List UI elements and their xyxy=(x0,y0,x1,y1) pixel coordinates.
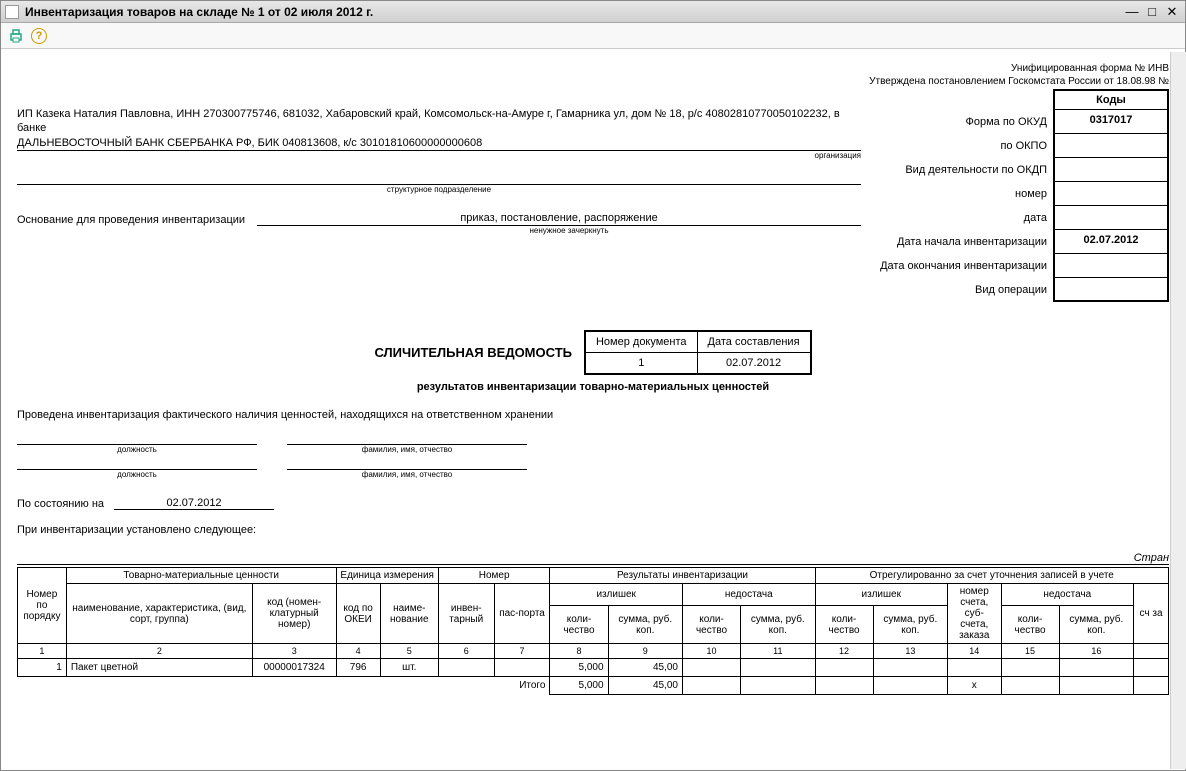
maximize-button[interactable]: □ xyxy=(1143,4,1161,20)
position-line-2 xyxy=(17,456,257,470)
doc-number-table: Номер документаДата составления 102.07.2… xyxy=(584,330,812,375)
end-date-value xyxy=(1053,254,1169,278)
start-date-value: 02.07.2012 xyxy=(1053,230,1169,254)
doc-date-header: Дата составления xyxy=(697,331,811,353)
toolbar: ? xyxy=(1,23,1185,49)
basis-value: приказ, постановление, распоряжение xyxy=(257,212,861,226)
asof-label: По состоянию на xyxy=(17,498,104,510)
okpo-value xyxy=(1053,134,1169,158)
conducted-text: Проведена инвентаризация фактического на… xyxy=(17,409,1169,421)
date-value xyxy=(1053,206,1169,230)
fio-hint-1: фамилия, имя, отчество xyxy=(287,445,527,454)
th-unit: Единица измерения xyxy=(336,568,438,584)
th-sum-4: сумма, руб. коп. xyxy=(1059,606,1133,644)
help-icon[interactable]: ? xyxy=(31,28,47,44)
th-ext: сч за xyxy=(1134,584,1169,644)
org-line-1: ИП Казека Наталия Павловна, ИНН 27030077… xyxy=(17,107,861,136)
th-shortage-1: недостача xyxy=(682,584,815,606)
fio-line-2 xyxy=(287,456,527,470)
th-number: Номер xyxy=(438,568,550,584)
okdp-value xyxy=(1053,158,1169,182)
total-row: Итого 5,000 45,00 х xyxy=(18,677,1169,695)
codes-box: Коды Форма по ОКУД0317017 по ОКПО Вид де… xyxy=(873,89,1169,302)
codes-header: Коды xyxy=(1053,89,1169,110)
window-icon xyxy=(5,5,19,19)
fio-line-1 xyxy=(287,431,527,445)
th-inv: инвен-тарный xyxy=(438,584,494,644)
th-code: код (номен-клатурный номер) xyxy=(252,584,336,644)
date-label: дата xyxy=(873,206,1053,230)
document-content: Унифицированная форма № ИНВ Утверждена п… xyxy=(1,49,1185,770)
basis-label: Основание для проведения инвентаризации xyxy=(17,214,245,226)
th-qty-2: коли-чество xyxy=(682,606,740,644)
th-sum-2: сумма, руб. коп. xyxy=(741,606,815,644)
table-row: 1 Пакет цветной 00000017324 796 шт. 5,00… xyxy=(18,659,1169,677)
th-acct: номер счета, суб-счета, заказа xyxy=(948,584,1001,644)
th-num: Номер по порядку xyxy=(18,568,67,644)
okud-value: 0317017 xyxy=(1053,110,1169,134)
position-hint-1: должность xyxy=(17,445,257,454)
start-date-label: Дата начала инвентаризации xyxy=(873,230,1053,254)
titlebar: Инвентаризация товаров на складе № 1 от … xyxy=(1,1,1185,23)
window-controls: — □ ✕ xyxy=(1123,4,1181,20)
end-date-label: Дата окончания инвентаризации xyxy=(873,254,1053,278)
asof-value: 02.07.2012 xyxy=(114,497,274,510)
number-label: номер xyxy=(873,182,1053,206)
organization-block: ИП Казека Наталия Павловна, ИНН 27030077… xyxy=(17,107,861,161)
org-hint: организация xyxy=(17,151,861,161)
okdp-label: Вид деятельности по ОКДП xyxy=(873,158,1053,182)
struct-hint: структурное подразделение xyxy=(17,185,861,194)
th-sum-1: сумма, руб. коп. xyxy=(608,606,682,644)
position-line-1 xyxy=(17,431,257,445)
total-label: Итого xyxy=(18,677,550,695)
th-adjusted: Отрегулированно за счет уточнения записе… xyxy=(815,568,1169,584)
document-subtitle: результатов инвентаризации товарно-матер… xyxy=(17,381,1169,393)
column-numbers-row: 12345678910111213141516 xyxy=(18,644,1169,659)
th-qty-1: коли-чество xyxy=(550,606,608,644)
fio-hint-2: фамилия, имя, отчество xyxy=(287,470,527,479)
th-surplus-1: излишек xyxy=(550,584,683,606)
close-button[interactable]: ✕ xyxy=(1163,4,1181,20)
page-label: Стран xyxy=(17,552,1169,565)
app-window: Инвентаризация товаров на складе № 1 от … xyxy=(0,0,1186,771)
document-title: СЛИЧИТЕЛЬНАЯ ВЕДОМОСТЬ xyxy=(374,345,572,360)
th-surplus-2: излишек xyxy=(815,584,948,606)
doc-date-value: 02.07.2012 xyxy=(697,353,811,375)
th-sum-3: сумма, руб. коп. xyxy=(873,606,947,644)
doc-num-header: Номер документа xyxy=(585,331,697,353)
okpo-label: по ОКПО xyxy=(873,134,1053,158)
struct-division-line xyxy=(17,171,861,185)
org-line-2: ДАЛЬНЕВОСТОЧНЫЙ БАНК СБЕРБАНКА РФ, БИК 0… xyxy=(17,136,861,151)
position-hint-2: должность xyxy=(17,470,257,479)
th-okei: код по ОКЕИ xyxy=(336,584,380,644)
minimize-button[interactable]: — xyxy=(1123,4,1141,20)
th-shortage-2: недостача xyxy=(1001,584,1134,606)
form-code-line: Унифицированная форма № ИНВ xyxy=(17,63,1169,74)
op-value xyxy=(1053,278,1169,302)
th-qty-4: коли-чество xyxy=(1001,606,1059,644)
inventory-table: Номер по порядку Товарно-материальные це… xyxy=(17,567,1169,695)
basis-hint: ненужное зачеркнуть xyxy=(277,226,861,235)
approval-line: Утверждена постановлением Госкомстата Ро… xyxy=(17,76,1169,87)
th-qty-3: коли-чество xyxy=(815,606,873,644)
vertical-scrollbar[interactable] xyxy=(1170,52,1186,769)
established-text: При инвентаризации установлено следующее… xyxy=(17,524,1169,536)
print-icon[interactable] xyxy=(7,27,25,45)
doc-num-value: 1 xyxy=(585,353,697,375)
th-goods: Товарно-материальные ценности xyxy=(66,568,336,584)
th-unitname: наиме-нование xyxy=(380,584,438,644)
number-value xyxy=(1053,182,1169,206)
th-results: Результаты инвентаризации xyxy=(550,568,815,584)
op-label: Вид операции xyxy=(873,278,1053,302)
th-pass: пас-порта xyxy=(494,584,550,644)
okud-label: Форма по ОКУД xyxy=(873,110,1053,134)
window-title: Инвентаризация товаров на складе № 1 от … xyxy=(25,5,1123,19)
th-name: наименование, характеристика, (вид, сорт… xyxy=(66,584,252,644)
